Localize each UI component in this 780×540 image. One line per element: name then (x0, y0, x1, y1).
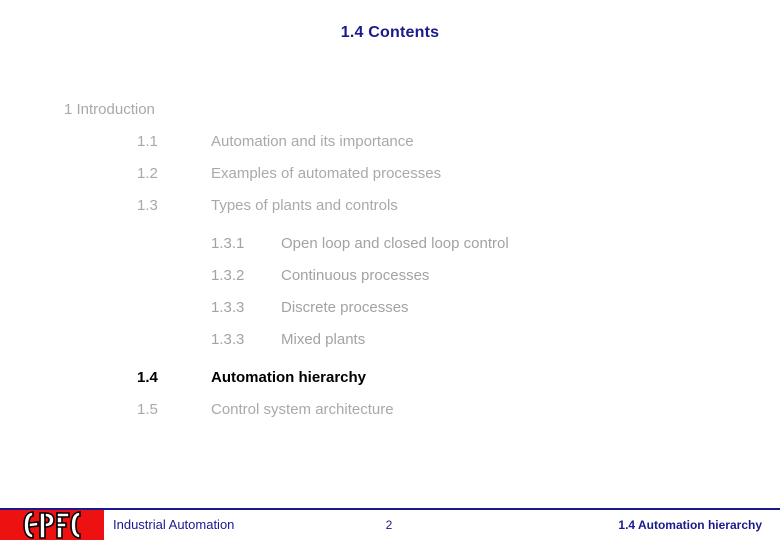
epfl-logo (0, 510, 104, 540)
footer-divider (0, 508, 780, 510)
slide-footer: Industrial Automation 2 1.4 Automation h… (0, 508, 780, 540)
contents-item-1-2[interactable]: 1.2 Examples of automated processes (0, 164, 780, 196)
contents-item-number: 1.3.3 (211, 331, 245, 348)
contents-item-label: Open loop and closed loop control (281, 235, 509, 252)
contents-item-number: 1.3.2 (211, 267, 245, 284)
epfl-logo-icon (0, 510, 104, 540)
page-title: 1.4 Contents (340, 24, 440, 41)
contents-item-1-1[interactable]: 1.1 Automation and its importance (0, 132, 780, 164)
contents-heading: 1 Introduction (64, 101, 155, 118)
contents-item-number: 1.5 (137, 401, 158, 418)
contents-item-number: 1.2 (137, 165, 158, 182)
contents-item-number: 1.3 (137, 197, 158, 214)
contents-item-label: Continuous processes (281, 267, 430, 284)
contents-item-number: 1.1 (137, 133, 158, 150)
contents-item-number: 1.3.3 (211, 299, 245, 316)
contents-item-1-3-3-mixed[interactable]: 1.3.3 Mixed plants (0, 330, 780, 362)
contents-item-1-4-active[interactable]: 1.4 Automation hierarchy (0, 368, 780, 400)
contents-item-1-5[interactable]: 1.5 Control system architecture (0, 400, 780, 432)
contents-item-label: Discrete processes (281, 299, 409, 316)
contents-item-label: Types of plants and controls (211, 197, 398, 214)
contents-item-1-3-3-discrete[interactable]: 1.3.3 Discrete processes (0, 298, 780, 330)
contents-item-number: 1.3.1 (211, 235, 245, 252)
contents-item-1-3-2[interactable]: 1.3.2 Continuous processes (0, 266, 780, 298)
contents-item-label: Examples of automated processes (211, 165, 442, 182)
footer-section-title: 1.4 Automation hierarchy (618, 518, 762, 532)
contents-item-1-3[interactable]: 1.3 Types of plants and controls (0, 196, 780, 228)
contents-item-label: Control system architecture (211, 401, 394, 418)
contents-item-label: Automation and its importance (211, 133, 414, 150)
contents-item-label: Mixed plants (281, 331, 366, 348)
contents-item-number: 1.4 (137, 369, 158, 386)
contents-list: 1 Introduction 1.1 Automation and its im… (0, 100, 780, 432)
contents-item-label: Automation hierarchy (211, 369, 367, 386)
footer-course-title: Industrial Automation (113, 517, 235, 532)
footer-page-number: 2 (385, 518, 393, 532)
contents-item-1-3-1[interactable]: 1.3.1 Open loop and closed loop control (0, 234, 780, 266)
